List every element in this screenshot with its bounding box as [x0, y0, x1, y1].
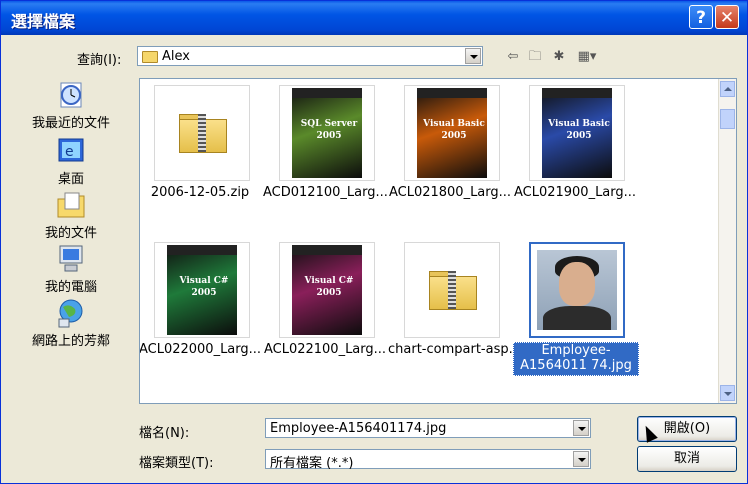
look-in-dropdown[interactable]: Alex — [137, 46, 483, 66]
look-in-label: 查詢(I): — [77, 53, 122, 68]
cover-title: Visual Basic 2005 — [548, 119, 610, 141]
help-button[interactable]: ? — [689, 5, 713, 29]
file-item[interactable]: Visual Basic 2005 ACL021800_Larg... — [388, 85, 512, 221]
vertical-scrollbar[interactable] — [718, 79, 736, 403]
desktop-icon: e — [55, 135, 87, 167]
file-name-label: 檔名(N): — [139, 426, 190, 441]
file-name: ACL022100_Larg... — [263, 342, 387, 357]
place-label: 桌面 — [57, 172, 84, 187]
file-name: ACL022000_Larg... — [139, 342, 262, 357]
back-arrow-icon[interactable]: ⇦ — [503, 47, 523, 67]
close-button[interactable]: ✕ — [715, 5, 739, 29]
new-folder-icon[interactable]: ✱ — [549, 47, 569, 67]
thumbnail-frame[interactable] — [529, 242, 625, 338]
book-cover-thumbnail: Visual Basic 2005 — [542, 88, 612, 178]
place-label: 我最近的文件 — [31, 116, 110, 131]
file-item[interactable]: SQL Server 2005 ACD012100_Larg... — [263, 85, 387, 221]
cover-title: SQL Server 2005 — [300, 119, 358, 141]
recent-documents-icon — [55, 79, 87, 111]
scroll-thumb[interactable] — [720, 109, 735, 129]
folder-icon — [142, 50, 158, 63]
thumbnail-frame[interactable] — [154, 85, 250, 181]
employee-photo-thumbnail — [537, 250, 617, 330]
file-item[interactable]: Employee-A1564011 74.jpg — [513, 242, 639, 378]
file-type-dropdown[interactable]: 所有檔案 (*.*) — [265, 449, 591, 471]
place-item[interactable]: 我的電腦 — [23, 243, 119, 295]
chevron-down-icon[interactable] — [465, 48, 481, 64]
cancel-button[interactable]: 取消 — [637, 446, 737, 472]
book-cover-thumbnail: Visual C# 2005 — [292, 245, 362, 335]
thumbnail-frame[interactable]: Visual C# 2005 — [154, 242, 250, 338]
book-cover-thumbnail: Visual C# 2005 — [167, 245, 237, 335]
thumbnail-frame[interactable]: SQL Server 2005 — [279, 85, 375, 181]
file-item[interactable]: 2006-12-05.zip — [140, 85, 260, 221]
file-name: 2006-12-05.zip — [150, 185, 250, 200]
file-name-value: Employee-A156401174.jpg — [270, 421, 447, 436]
cover-title: Visual C# 2005 — [179, 276, 229, 298]
file-type-label: 檔案類型(T): — [139, 456, 214, 471]
chevron-down-icon[interactable] — [573, 451, 589, 467]
zip-folder-icon — [429, 271, 477, 310]
book-cover-thumbnail: SQL Server 2005 — [292, 88, 362, 178]
file-item[interactable]: Visual C# 2005 ACL022100_Larg... — [263, 242, 387, 378]
thumbnail-frame[interactable]: Visual Basic 2005 — [404, 85, 500, 181]
views-menu-icon[interactable]: ▦▾ — [573, 47, 601, 67]
place-label: 網路上的芳鄰 — [31, 334, 110, 349]
thumbnail-frame[interactable]: Visual C# 2005 — [279, 242, 375, 338]
file-name: chart-compart-asp... — [388, 342, 512, 357]
chevron-down-icon[interactable] — [573, 420, 589, 436]
file-type-value: 所有檔案 (*.*) — [270, 456, 354, 471]
place-label: 我的電腦 — [44, 280, 97, 295]
thumbnail-frame[interactable]: Visual Basic 2005 — [529, 85, 625, 181]
file-name: ACL021800_Larg... — [388, 185, 512, 200]
window-title: 選擇檔案 — [11, 12, 76, 31]
thumbnail-frame[interactable] — [404, 242, 500, 338]
svg-text:e: e — [65, 144, 74, 160]
title-bar[interactable]: 選擇檔案 ? ✕ — [1, 1, 747, 35]
file-name: Employee-A1564011 74.jpg — [513, 342, 639, 376]
cover-title: Visual C# 2005 — [304, 276, 354, 298]
up-folder-icon[interactable]: 🗀 — [525, 47, 545, 67]
my-computer-icon — [55, 243, 87, 275]
my-documents-icon — [55, 189, 87, 221]
file-item[interactable]: Visual Basic 2005 ACL021900_Larg... — [513, 85, 637, 221]
file-item[interactable]: Visual C# 2005 ACL022000_Larg... — [139, 242, 262, 378]
file-item[interactable]: chart-compart-asp... — [388, 242, 512, 378]
place-item[interactable]: 網路上的芳鄰 — [23, 297, 119, 349]
place-item[interactable]: 我的文件 — [23, 189, 119, 241]
look-in-value: Alex — [162, 49, 190, 64]
file-name-input[interactable]: Employee-A156401174.jpg — [265, 418, 591, 438]
place-item[interactable]: e 桌面 — [23, 135, 119, 187]
scroll-up-button[interactable] — [720, 81, 735, 97]
file-name: ACL021900_Larg... — [513, 185, 637, 200]
file-list[interactable]: 2006-12-05.zip SQL Server 2005 ACD012100_L… — [139, 78, 737, 404]
place-item[interactable]: 我最近的文件 — [23, 79, 119, 131]
zip-folder-icon — [179, 114, 227, 153]
place-label: 我的文件 — [44, 226, 97, 241]
network-places-icon — [55, 297, 87, 329]
file-name: ACD012100_Larg... — [263, 185, 387, 200]
book-cover-thumbnail: Visual Basic 2005 — [417, 88, 487, 178]
file-open-dialog: 選擇檔案 ? ✕ 查詢(I): Alex ⇦ 🗀 ✱ ▦▾ 我最近的文件 e 桌面我… — [0, 0, 748, 484]
scroll-down-button[interactable] — [720, 385, 735, 401]
cover-title: Visual Basic 2005 — [423, 119, 485, 141]
